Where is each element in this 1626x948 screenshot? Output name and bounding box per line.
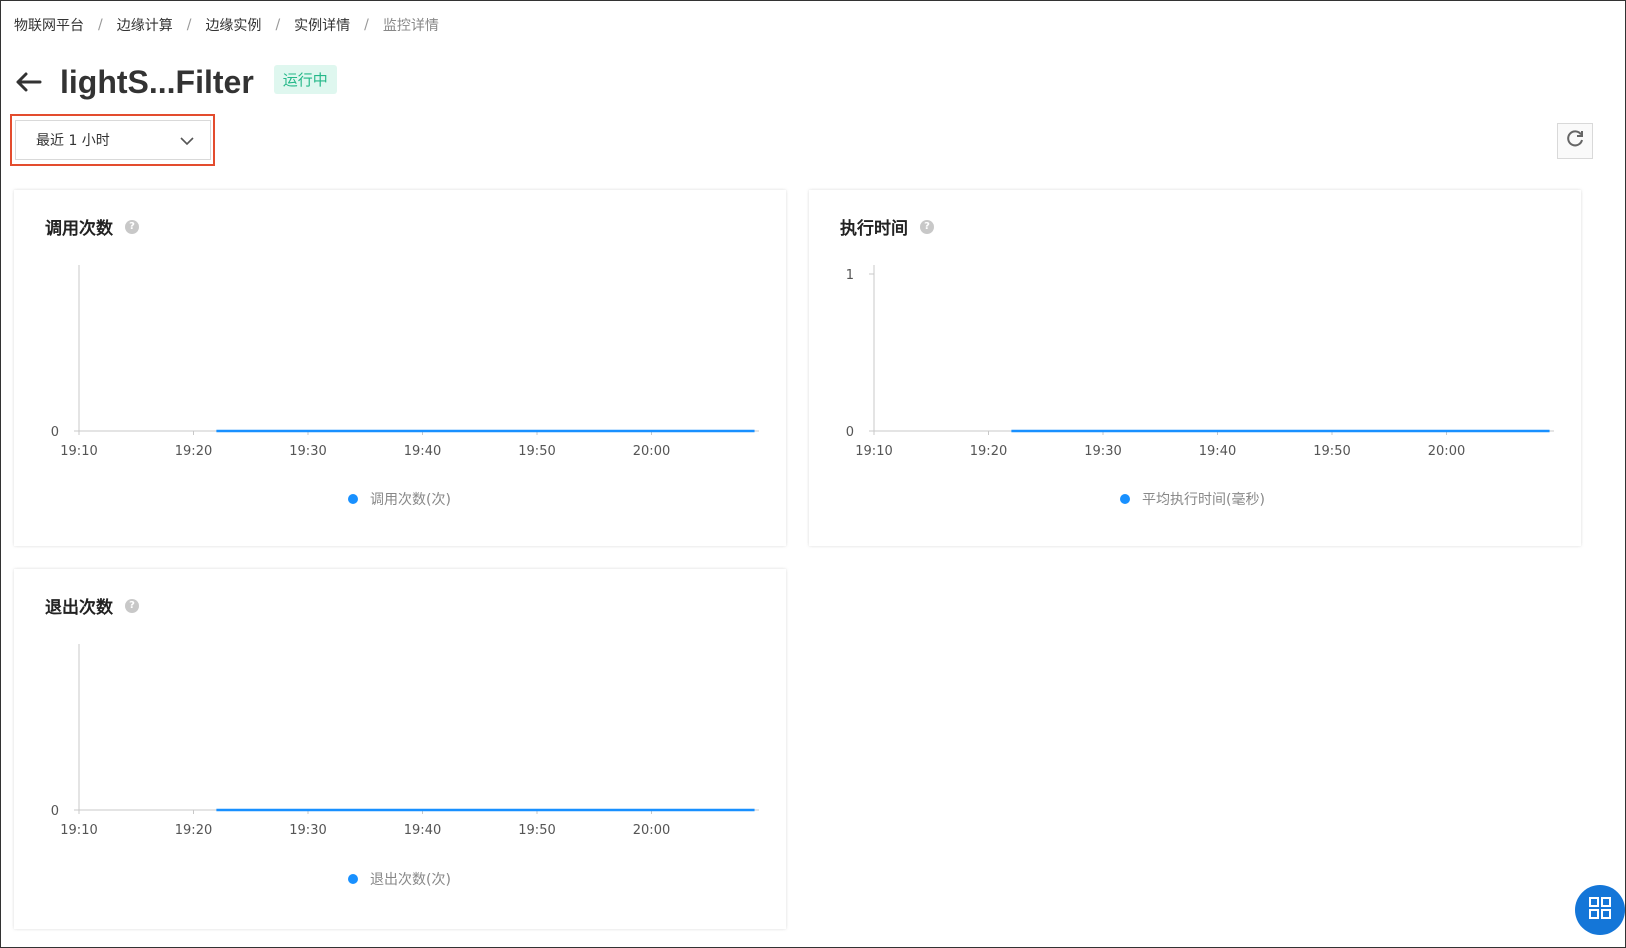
chart-card-exit-count: 退出次数 ? 0 19:10 19:20 19:30 19:40 19:50 20:00 退… — [14, 569, 786, 929]
breadcrumb-separator: / — [98, 17, 103, 33]
x-tick-label: 19:40 — [404, 444, 441, 459]
breadcrumb-item-instance-detail[interactable]: 实例详情 — [294, 15, 350, 35]
time-range-select[interactable]: 最近 1 小时 — [15, 120, 211, 160]
x-tick-label: 19:50 — [518, 823, 555, 838]
time-range-value: 最近 1 小时 — [36, 133, 110, 149]
arrow-left-icon[interactable] — [13, 67, 43, 97]
chart-legend[interactable]: 退出次数(次) — [348, 869, 451, 889]
refresh-icon — [1564, 128, 1586, 154]
breadcrumb-separator: / — [186, 17, 192, 33]
x-tick-label: 19:30 — [289, 444, 326, 459]
y-tick-label: 1 — [846, 268, 854, 283]
legend-marker — [348, 494, 358, 504]
x-tick-label: 19:50 — [1313, 444, 1350, 459]
breadcrumb-item-edge-computing[interactable]: 边缘计算 — [117, 15, 173, 35]
x-tick-label: 19:10 — [60, 823, 97, 838]
status-badge: 运行中 — [273, 64, 337, 94]
refresh-button[interactable] — [1557, 123, 1593, 159]
x-tick-label: 19:20 — [970, 444, 1007, 459]
x-tick-label: 19:20 — [175, 823, 212, 838]
y-tick-label: 0 — [51, 804, 59, 819]
y-tick-label: 0 — [846, 425, 854, 440]
app-grid-button[interactable] — [1575, 885, 1625, 935]
x-tick-label: 19:30 — [289, 823, 326, 838]
chevron-down-icon — [178, 132, 196, 154]
x-tick-label: 19:30 — [1084, 444, 1121, 459]
breadcrumb-separator: / — [364, 17, 369, 33]
x-tick-label: 19:10 — [60, 444, 97, 459]
x-tick-label: 19:50 — [518, 444, 555, 459]
x-tick-label: 19:10 — [855, 444, 892, 459]
chart-legend[interactable]: 平均执行时间(毫秒) — [1120, 489, 1265, 509]
grid-icon — [1588, 896, 1612, 924]
page-header: lightS...Filter 运行中 — [13, 57, 337, 107]
x-tick-label: 20:00 — [1428, 444, 1465, 459]
y-tick-label: 0 — [51, 425, 59, 440]
breadcrumb-current: 监控详情 — [382, 18, 439, 34]
x-tick-label: 19:40 — [404, 823, 441, 838]
page-title: lightS...Filter — [60, 63, 254, 100]
legend-label: 平均执行时间(毫秒) — [1142, 492, 1265, 508]
breadcrumb-item-iot-platform[interactable]: 物联网平台 — [14, 15, 84, 35]
breadcrumb-item-edge-instance[interactable]: 边缘实例 — [205, 15, 261, 35]
x-tick-label: 19:40 — [1199, 444, 1236, 459]
legend-marker — [1120, 494, 1130, 504]
x-tick-label: 19:20 — [175, 444, 212, 459]
breadcrumb-separator: / — [275, 17, 281, 33]
chart-card-call-count: 调用次数 ? 0 19:10 19:20 19:30 19:40 19:50 20:00 调… — [14, 190, 786, 546]
legend-marker — [348, 874, 358, 884]
legend-label: 退出次数(次) — [370, 872, 451, 888]
chart-legend[interactable]: 调用次数(次) — [348, 489, 451, 509]
chart-card-exec-time: 执行时间 ? 0 1 19:10 19:20 19:30 19:40 19:50 20:00 … — [809, 190, 1581, 546]
x-tick-label: 20:00 — [633, 444, 670, 459]
x-tick-label: 20:00 — [633, 823, 670, 838]
legend-label: 调用次数(次) — [370, 492, 451, 508]
breadcrumb: 物联网平台 / 边缘计算 / 边缘实例 / 实例详情 / 监控详情 — [14, 15, 439, 35]
